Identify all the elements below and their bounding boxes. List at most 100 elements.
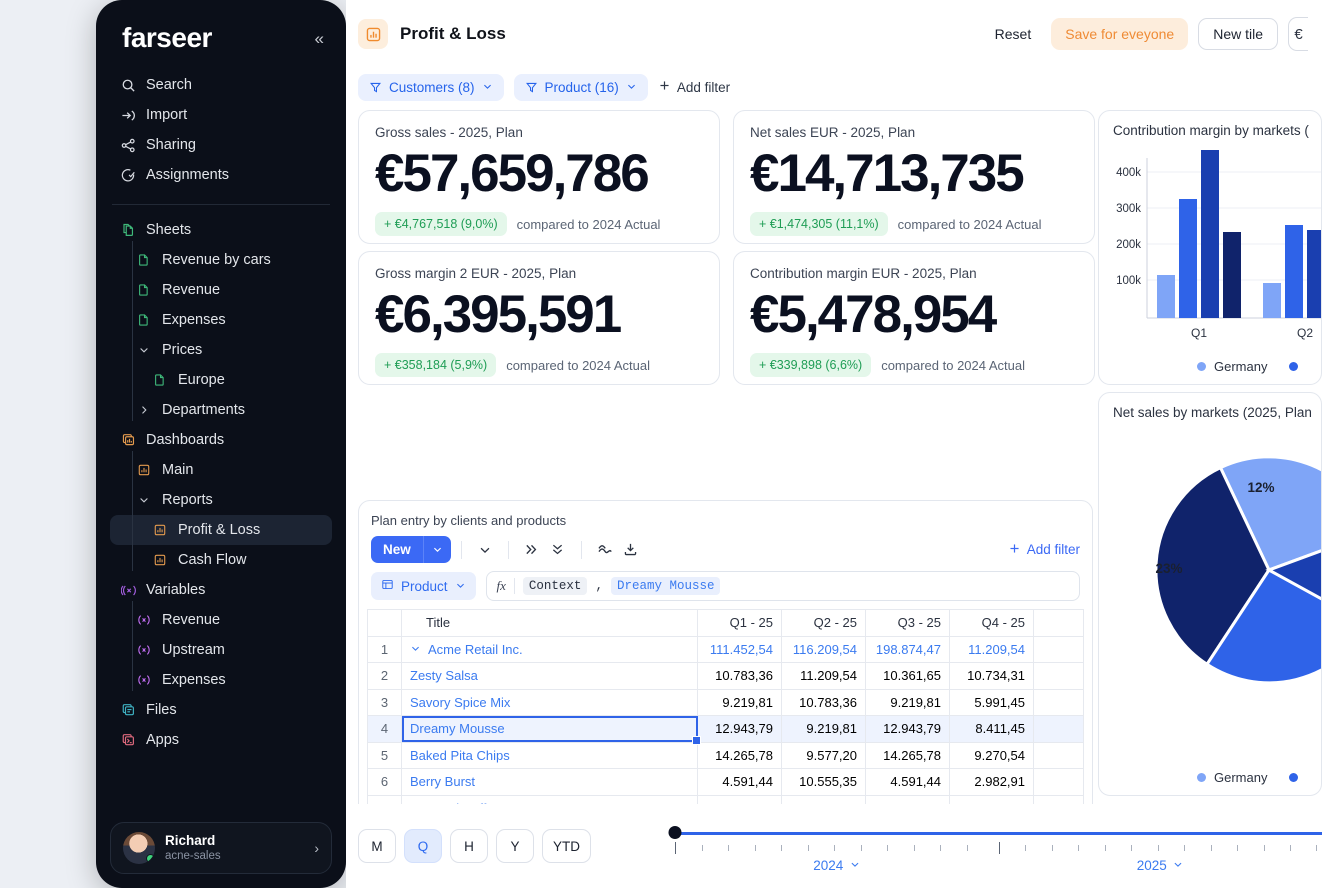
row-q2[interactable]: 10.555,35 [782,769,866,796]
row-q1[interactable]: 14.265,78 [698,742,782,769]
chart-card-net-sales-by-markets[interactable]: Net sales by markets (2025, Plan 12% 23% [1098,392,1322,796]
save-for-everyone-button[interactable]: Save for eveyone [1051,18,1188,50]
filter-chip-customers[interactable]: Customers (8) [358,74,504,101]
sidebar-item-sharing[interactable]: Sharing [110,130,332,160]
row-q2[interactable]: 116.209,54 [782,636,866,663]
new-button[interactable]: New [371,536,423,563]
kpi-card-gross-sales[interactable]: Gross sales - 2025, Plan €57,659,786 + €… [358,110,720,244]
new-row-button-group[interactable]: New [371,536,451,563]
sidebar-item-expenses-sheet[interactable]: Expenses [110,305,332,335]
timeline-slider[interactable]: 2024 2025 [657,816,1322,876]
euro-icon[interactable]: € [1288,17,1308,51]
timeline-year-2024[interactable]: 2024 [813,858,860,873]
granularity-q[interactable]: Q [404,829,442,863]
add-filter-button[interactable]: Add filter [658,79,730,95]
sidebar-item-profit-and-loss[interactable]: Profit & Loss [110,515,332,545]
reset-button[interactable]: Reset [985,19,1042,49]
row-q4[interactable]: 2.982,91 [950,769,1034,796]
filter-chip-product[interactable]: Product (16) [514,74,648,101]
row-q3[interactable]: 10.361,65 [866,663,950,690]
new-tile-button[interactable]: New tile [1198,18,1278,50]
sidebar-item-europe[interactable]: Europe [110,365,332,395]
column-header-title[interactable]: Title [402,610,698,637]
row-q1[interactable]: 10.783,36 [698,663,782,690]
row-title[interactable]: Berry Burst [402,769,698,796]
row-q2[interactable]: 10.783,36 [782,689,866,716]
row-q3[interactable]: 14.265,78 [866,742,950,769]
expand-down-icon[interactable] [545,538,571,562]
sidebar-item-search[interactable]: Search [110,70,332,100]
expand-right-icon[interactable] [519,538,545,562]
table-add-filter-button[interactable]: Add filter [1008,542,1080,558]
row-title[interactable]: Savory Spice Mix [402,689,698,716]
download-icon[interactable] [618,538,644,562]
column-header-q4[interactable]: Q4 - 25 [950,610,1034,637]
table-row[interactable]: 6 Berry Burst 4.591,44 10.555,35 4.591,4… [368,769,1084,796]
timeline-track[interactable] [675,832,1322,835]
sidebar-item-departments[interactable]: Departments [110,395,332,425]
row-q3[interactable]: 12.943,79 [866,716,950,743]
table-row-selected[interactable]: 4 Dreamy Mousse 12.943,79 9.219,81 12.94… [368,716,1084,743]
timeline-year-2025[interactable]: 2025 [1137,858,1184,873]
sidebar-item-assignments[interactable]: Assignments [110,160,332,190]
sidebar-item-apps[interactable]: Apps [110,725,332,755]
collapse-sidebar-icon[interactable]: « [315,30,324,47]
sidebar-item-revenue[interactable]: Revenue [110,275,332,305]
formula-input[interactable]: fx Context , Dreamy Mousse [486,571,1080,601]
granularity-m[interactable]: M [358,829,396,863]
column-header-index[interactable] [368,610,402,637]
granularity-h[interactable]: H [450,829,488,863]
chevron-down-icon[interactable] [410,642,421,657]
row-q3[interactable]: 4.591,44 [866,769,950,796]
sidebar-item-variables[interactable]: Variables [110,575,332,605]
row-q4[interactable]: 9.270,54 [950,742,1034,769]
sidebar-item-variable-expenses[interactable]: Expenses [110,665,332,695]
row-q3[interactable]: 9.219,81 [866,689,950,716]
sidebar-item-reports[interactable]: Reports [110,485,332,515]
table-row[interactable]: 2 Zesty Salsa 10.783,36 11.209,54 10.361… [368,663,1084,690]
sidebar-item-sheets[interactable]: Sheets [110,215,332,245]
row-q2[interactable]: 9.577,20 [782,742,866,769]
new-button-caret[interactable] [423,536,451,563]
sidebar-item-prices[interactable]: Prices [110,335,332,365]
sidebar-item-dashboards[interactable]: Dashboards [110,425,332,455]
chart-card-contribution-margin-by-markets[interactable]: Contribution margin by markets ( 400k 30… [1098,110,1322,385]
sidebar-item-import[interactable]: Import [110,100,332,130]
row-q1[interactable]: 12.943,79 [698,716,782,743]
row-title[interactable]: Baked Pita Chips [402,742,698,769]
row-title-selected-cell[interactable]: Dreamy Mousse [402,716,698,743]
table-row[interactable]: 5 Baked Pita Chips 14.265,78 9.577,20 14… [368,742,1084,769]
row-title-cell[interactable]: Acme Retail Inc. [402,636,698,663]
sidebar-item-main[interactable]: Main [110,455,332,485]
timeline-handle[interactable] [669,826,682,839]
row-q1[interactable]: 9.219,81 [698,689,782,716]
chart-line-icon[interactable] [592,538,618,562]
table-row[interactable]: 3 Savory Spice Mix 9.219,81 10.783,36 9.… [368,689,1084,716]
row-title[interactable]: Zesty Salsa [402,663,698,690]
row-q2[interactable]: 11.209,54 [782,663,866,690]
column-header-q2[interactable]: Q2 - 25 [782,610,866,637]
kpi-card-contribution-margin[interactable]: Contribution margin EUR - 2025, Plan €5,… [733,251,1095,385]
row-q3[interactable]: 198.874,47 [866,636,950,663]
chevron-down-icon[interactable] [472,538,498,562]
granularity-y[interactable]: Y [496,829,534,863]
sidebar-item-cash-flow[interactable]: Cash Flow [110,545,332,575]
sidebar-item-revenue-by-cars[interactable]: Revenue by cars [110,245,332,275]
row-q1[interactable]: 4.591,44 [698,769,782,796]
kpi-card-net-sales[interactable]: Net sales EUR - 2025, Plan €14,713,735 +… [733,110,1095,244]
kpi-card-gross-margin[interactable]: Gross margin 2 EUR - 2025, Plan €6,395,5… [358,251,720,385]
row-q4[interactable]: 5.991,45 [950,689,1034,716]
row-q2[interactable]: 9.219,81 [782,716,866,743]
user-profile-card[interactable]: Richard acne-sales › [110,822,332,874]
sidebar-item-variable-upstream[interactable]: Upstream [110,635,332,665]
sidebar-item-files[interactable]: Files [110,695,332,725]
column-header-q1[interactable]: Q1 - 25 [698,610,782,637]
row-q4[interactable]: 10.734,31 [950,663,1034,690]
table-row[interactable]: 1 Acme Retail Inc. 111.452,54 116.209,54… [368,636,1084,663]
row-q1[interactable]: 111.452,54 [698,636,782,663]
row-q4[interactable]: 11.209,54 [950,636,1034,663]
row-q4[interactable]: 8.411,45 [950,716,1034,743]
dimension-chip-product[interactable]: Product [371,572,476,600]
granularity-ytd[interactable]: YTD [542,829,591,863]
sidebar-item-variable-revenue[interactable]: Revenue [110,605,332,635]
